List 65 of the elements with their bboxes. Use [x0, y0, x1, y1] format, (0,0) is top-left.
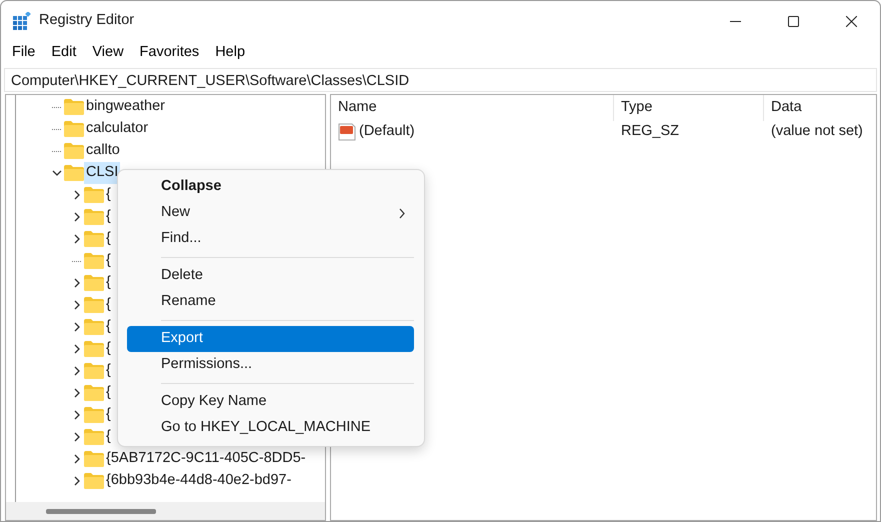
folder-icon	[84, 187, 104, 203]
column-header[interactable]: Data	[764, 95, 874, 121]
folder-icon	[84, 429, 104, 445]
folder-icon	[84, 407, 104, 423]
value-name: (Default)	[359, 122, 415, 142]
tree-item[interactable]: {6bb93b4e-44d8-40e2-bd97-	[104, 470, 294, 492]
menu-item[interactable]: Permissions...	[127, 352, 414, 378]
column-header[interactable]: Type	[614, 95, 764, 121]
horizontal-scrollbar[interactable]	[6, 502, 325, 520]
menu-item[interactable]: Edit	[44, 42, 84, 64]
tree-item[interactable]: {	[104, 316, 113, 338]
tree-item[interactable]: calculator	[84, 118, 150, 140]
tree-item[interactable]: {	[104, 360, 113, 382]
tree-item[interactable]: {	[104, 250, 113, 272]
tree-item[interactable]: {	[104, 404, 113, 426]
menu-item[interactable]: Collapse	[127, 174, 414, 200]
column-header[interactable]: Name	[331, 95, 614, 121]
folder-icon	[84, 451, 104, 467]
menu-item[interactable]: Export	[127, 326, 414, 352]
tree-item[interactable]: {5AB7172C-9C11-405C-8DD5-	[104, 448, 308, 470]
menu-item[interactable]: Copy Key Name	[127, 389, 414, 415]
tree-item[interactable]: {	[104, 228, 113, 250]
tree-item[interactable]: {	[104, 426, 113, 448]
menu-item[interactable]: Find...	[127, 226, 414, 252]
menu-item[interactable]: Help	[208, 42, 252, 64]
folder-icon	[64, 121, 84, 137]
string-value-icon	[338, 123, 356, 141]
tree-item[interactable]: CLSI	[84, 162, 120, 184]
maximize-icon	[788, 16, 798, 26]
menu-item[interactable]: Delete	[127, 263, 414, 289]
tree-item[interactable]: {	[104, 272, 113, 294]
folder-icon	[84, 473, 104, 489]
menu-item[interactable]: Go to HKEY_LOCAL_MACHINE	[127, 415, 414, 441]
tree-item[interactable]: {	[104, 294, 113, 316]
menu-item[interactable]: Rename	[127, 289, 414, 315]
folder-icon	[84, 363, 104, 379]
tree-item[interactable]: {	[104, 184, 113, 206]
scrollbar-thumb[interactable]	[46, 509, 156, 514]
menu-item[interactable]: Favorites	[132, 42, 206, 64]
app-icon	[13, 12, 31, 30]
window-title: Registry Editor	[39, 11, 134, 30]
close-icon	[846, 16, 856, 26]
folder-icon	[84, 253, 104, 269]
folder-icon	[84, 385, 104, 401]
folder-icon	[84, 275, 104, 291]
minimize-icon	[730, 20, 740, 22]
address-bar[interactable]: Computer\HKEY_CURRENT_USER\Software\Classes\CLSID	[4, 68, 877, 92]
folder-icon	[64, 99, 84, 115]
tree-item[interactable]: {	[104, 206, 113, 228]
folder-icon	[84, 297, 104, 313]
folder-icon	[84, 231, 104, 247]
menu-item[interactable]: View	[85, 42, 131, 64]
folder-icon	[64, 143, 84, 159]
menu-item[interactable]: File	[5, 42, 42, 64]
tree-item[interactable]: {	[104, 338, 113, 360]
folder-icon	[64, 165, 84, 181]
value-data: (value not set)	[770, 122, 864, 142]
menu-item[interactable]: New	[127, 200, 414, 226]
folder-icon	[84, 341, 104, 357]
value-type: REG_SZ	[620, 122, 680, 142]
folder-icon	[84, 319, 104, 335]
tree-item[interactable]: {	[104, 382, 113, 404]
tree-item[interactable]: callto	[84, 140, 122, 162]
folder-icon	[84, 209, 104, 225]
tree-item[interactable]: bingweather	[84, 96, 167, 118]
